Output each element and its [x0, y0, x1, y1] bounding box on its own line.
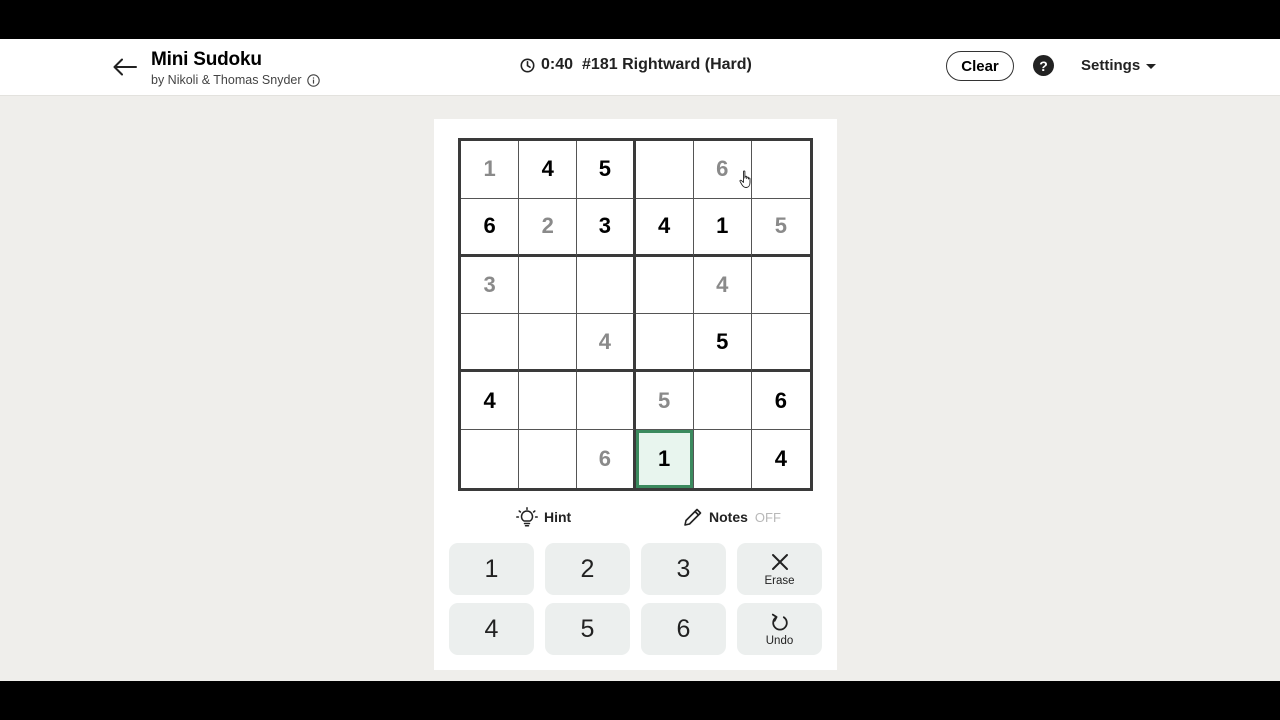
notes-toggle[interactable]: Notes OFF: [683, 507, 781, 527]
help-button[interactable]: ?: [1033, 55, 1054, 76]
lightbulb-icon: [516, 507, 538, 527]
grid-cell[interactable]: 1: [461, 141, 520, 199]
settings-dropdown[interactable]: Settings: [1081, 57, 1157, 74]
grid-cell[interactable]: [693, 372, 752, 431]
hint-label: Hint: [544, 509, 572, 525]
puzzle-info: 0:40 #181 Rightward (Hard): [520, 56, 752, 74]
erase-label: Erase: [764, 574, 795, 587]
pointer-cursor-icon: [739, 170, 751, 188]
grid-cell[interactable]: [694, 430, 752, 488]
grid-cell[interactable]: 1: [635, 430, 694, 488]
digit-key[interactable]: 6: [641, 603, 726, 655]
timer: 0:40: [541, 56, 574, 73]
back-button[interactable]: [110, 53, 140, 81]
byline-text: by Nikoli & Thomas Snyder: [151, 73, 302, 87]
grid-cell[interactable]: [751, 257, 810, 315]
undo-label: Undo: [765, 634, 794, 647]
info-icon[interactable]: [306, 73, 320, 87]
grid-cell[interactable]: 4: [752, 430, 810, 488]
grid-cell[interactable]: 4: [693, 256, 752, 315]
hint-button[interactable]: Hint: [516, 507, 571, 527]
digit-key[interactable]: 1: [449, 543, 534, 595]
caret-down-icon: [1146, 64, 1157, 69]
grid-cell[interactable]: 6: [461, 198, 520, 257]
grid-cell[interactable]: 4: [635, 198, 694, 257]
clock-icon: [520, 58, 535, 73]
notes-label: Notes: [709, 509, 748, 525]
grid-cell[interactable]: 4: [577, 314, 636, 373]
grid-cell[interactable]: [635, 314, 694, 373]
digit-key[interactable]: 2: [545, 543, 630, 595]
pencil-icon: [684, 508, 702, 526]
grid-cell[interactable]: [751, 141, 810, 199]
grid-cell[interactable]: 5: [693, 314, 752, 373]
header-bar: Mini Sudoku by Nikoli & Thomas Snyder 0:…: [0, 39, 1280, 96]
arrow-left-icon: [113, 58, 137, 76]
grid-cell[interactable]: [461, 314, 520, 373]
undo-icon: [770, 612, 790, 632]
grid-cell[interactable]: 4: [519, 141, 578, 199]
grid-cell[interactable]: 2: [519, 198, 578, 257]
clear-button[interactable]: Clear: [946, 51, 1014, 81]
erase-button[interactable]: Erase: [737, 543, 822, 595]
grid-cell[interactable]: [519, 430, 578, 488]
question-icon: ?: [1039, 57, 1048, 74]
grid-cell[interactable]: [577, 372, 636, 431]
grid-cell[interactable]: [519, 372, 578, 431]
grid-cell[interactable]: 6: [751, 372, 810, 431]
grid-cell[interactable]: [635, 256, 694, 315]
letterbox-bottom: [0, 681, 1280, 720]
grid-cell[interactable]: [519, 256, 578, 315]
digit-key[interactable]: 5: [545, 603, 630, 655]
grid-cell[interactable]: [461, 430, 520, 488]
game-card: 14566234153445456614 Hint Notes OFF 123E…: [434, 119, 837, 670]
letterbox-top: [0, 0, 1280, 39]
undo-button[interactable]: Undo: [737, 603, 822, 655]
grid-cell[interactable]: 4: [461, 372, 520, 431]
grid-cell[interactable]: 5: [751, 199, 810, 257]
byline: by Nikoli & Thomas Snyder: [151, 73, 320, 87]
grid-cell[interactable]: [635, 141, 694, 199]
tool-row: Hint Notes OFF: [434, 507, 837, 531]
settings-label: Settings: [1081, 57, 1141, 74]
grid-cell[interactable]: [751, 314, 810, 373]
digit-key[interactable]: 4: [449, 603, 534, 655]
number-keypad: 1 2 3 Erase 4 5 6 Undo: [449, 543, 823, 655]
close-icon: [770, 552, 790, 572]
grid-cell[interactable]: [577, 256, 636, 315]
page: Mini Sudoku by Nikoli & Thomas Snyder 0:…: [0, 39, 1280, 681]
grid-cell[interactable]: 3: [577, 198, 636, 257]
game-title: Mini Sudoku: [151, 49, 262, 70]
grid-cell[interactable]: 5: [635, 372, 694, 431]
puzzle-name: #181 Rightward (Hard): [582, 56, 752, 73]
grid-cell[interactable]: 1: [693, 198, 752, 257]
grid-cell[interactable]: [519, 314, 578, 373]
grid-cell[interactable]: 6: [577, 430, 636, 488]
sudoku-grid: 14566234153445456614: [458, 138, 813, 491]
digit-key[interactable]: 3: [641, 543, 726, 595]
grid-cell[interactable]: 3: [461, 256, 520, 315]
grid-cell[interactable]: 5: [577, 141, 636, 199]
notes-state: OFF: [754, 509, 781, 525]
